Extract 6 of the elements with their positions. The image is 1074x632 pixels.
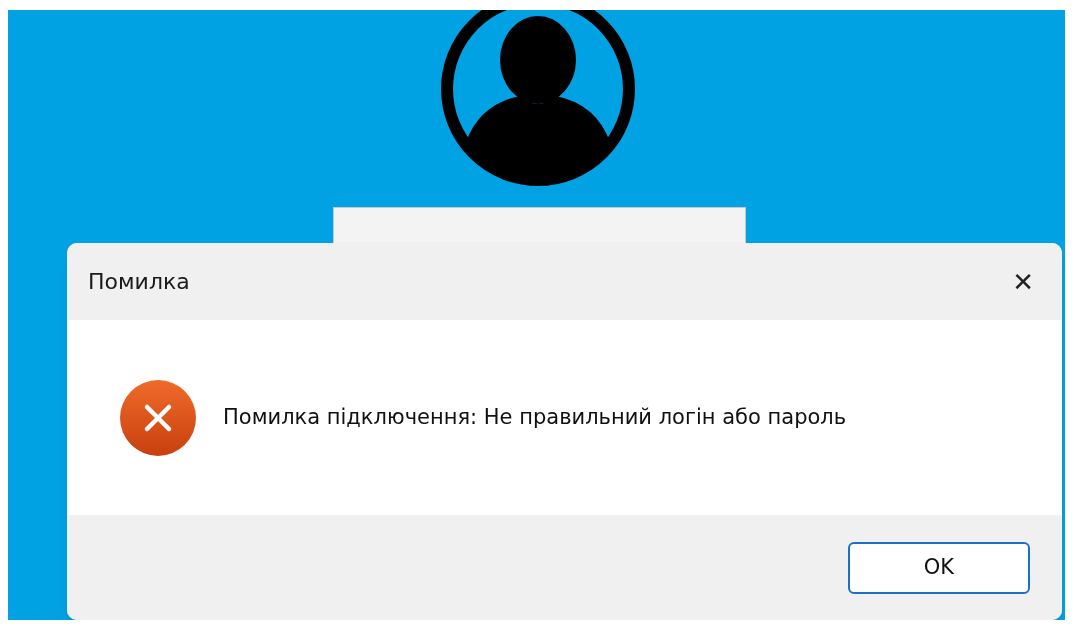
ok-button[interactable]: OK	[848, 541, 1030, 594]
close-button[interactable]: ✕	[1008, 268, 1038, 295]
error-message: Помилка підключення: Не правильний логін або пароль	[223, 403, 847, 431]
dialog-title: Помилка	[88, 268, 190, 296]
user-avatar-icon	[439, 10, 636, 186]
error-icon	[120, 379, 196, 456]
